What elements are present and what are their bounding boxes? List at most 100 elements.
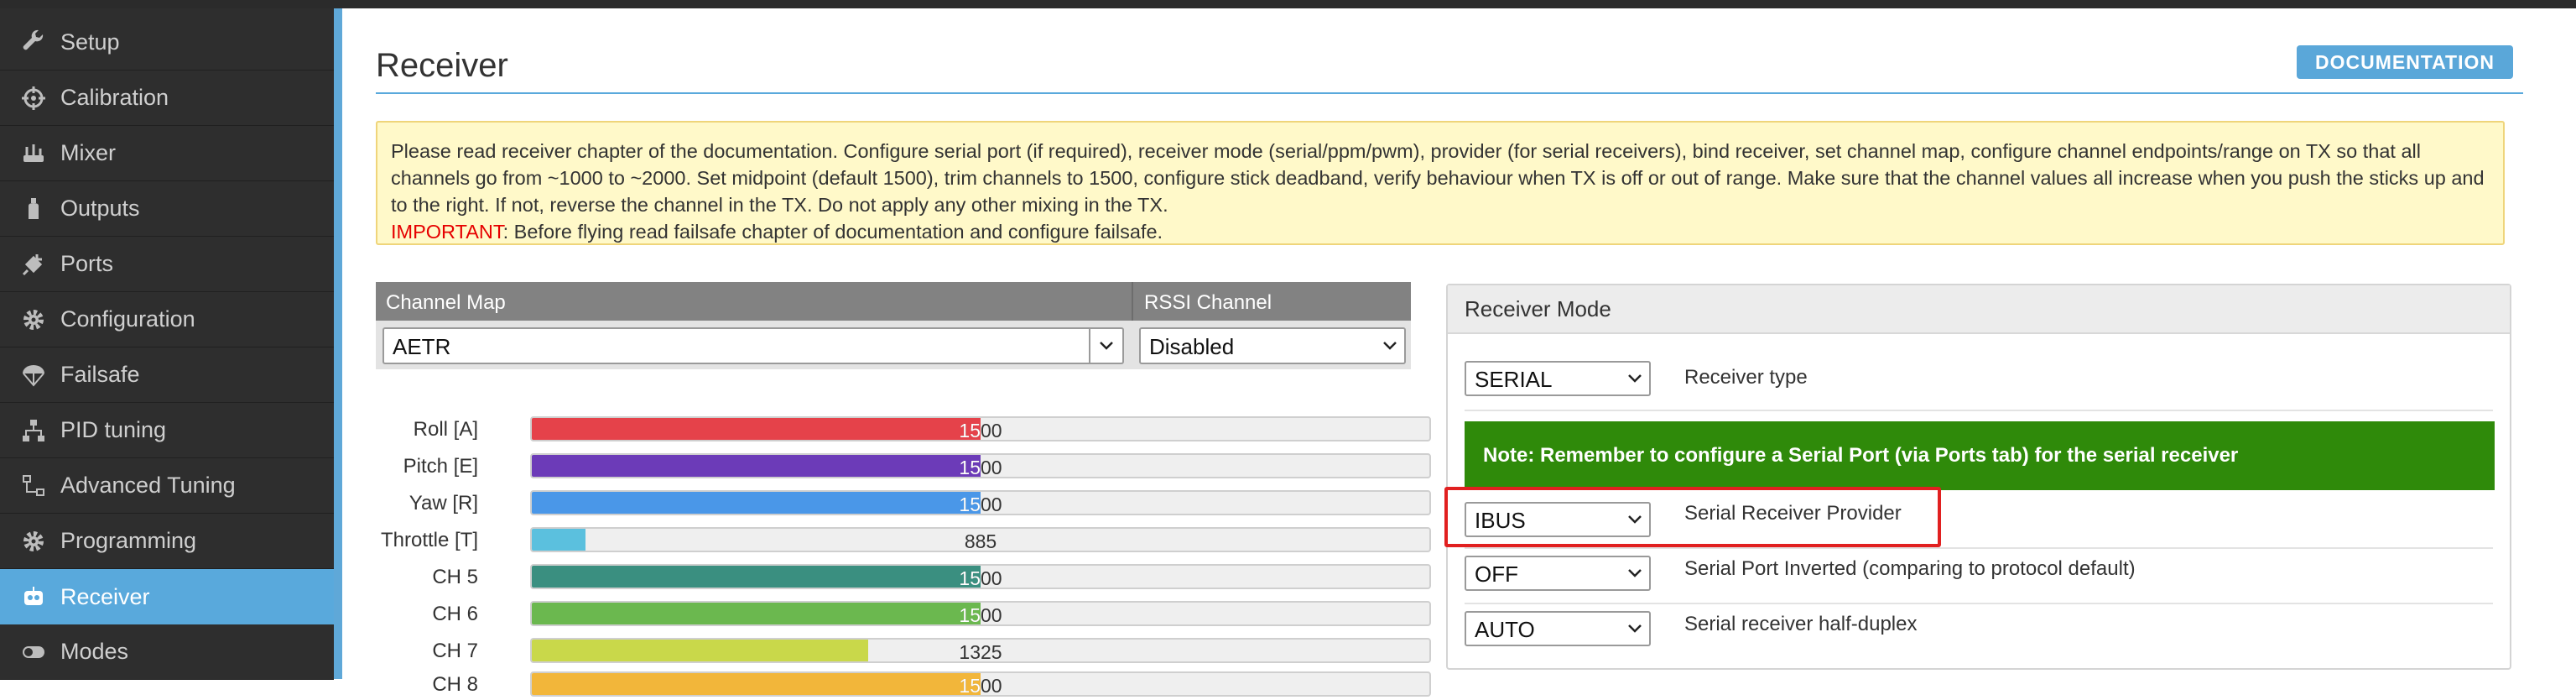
- sidebar-item-pid-tuning[interactable]: PID tuning: [0, 403, 334, 458]
- channel-bar: 1500 1500: [530, 416, 1431, 441]
- channel-label: Yaw [R]: [409, 492, 478, 515]
- row-divider: [1465, 603, 2493, 604]
- receiver-type-value: SERIAL: [1475, 367, 1553, 392]
- channel-value-overlay: 1500: [959, 675, 981, 697]
- sidebar-item-label: Outputs: [60, 196, 140, 221]
- receiver-type-select[interactable]: SERIAL: [1465, 361, 1651, 396]
- chevron-down-icon: [1627, 363, 1642, 394]
- chevron-down-icon: [1382, 329, 1397, 363]
- channel-row: Pitch [E] 1500 1500: [376, 452, 1441, 482]
- channel-value: 1500: [959, 494, 1002, 515]
- documentation-button[interactable]: DOCUMENTATION: [2297, 45, 2513, 79]
- channel-label: Pitch [E]: [403, 455, 478, 478]
- row-divider: [1465, 547, 2493, 549]
- sidebar-item-label: Receiver: [60, 583, 150, 609]
- sidebar-item-configuration[interactable]: Configuration: [0, 292, 334, 347]
- sidebar-item-modes[interactable]: Modes: [0, 624, 334, 680]
- receiver-mode-header: Receiver Mode: [1448, 285, 2510, 334]
- sidebar-border: [334, 8, 342, 679]
- note-text: Please read receiver chapter of the docu…: [391, 140, 2485, 216]
- toggle-icon: [18, 637, 49, 667]
- channel-label: Throttle [T]: [380, 529, 478, 551]
- sidebar-item-programming[interactable]: Programming: [0, 514, 334, 569]
- serial-inverted-value: OFF: [1475, 562, 1518, 587]
- sidebar-item-setup[interactable]: Setup: [0, 15, 334, 71]
- sidebar-item-receiver[interactable]: Receiver: [0, 569, 334, 624]
- channel-bar: 1500 1500: [530, 490, 1431, 515]
- note-important-label: IMPORTANT: [391, 221, 503, 243]
- note-important-text: : Before flying read failsafe chapter of…: [502, 221, 1163, 243]
- channel-bar: 1500 1500: [530, 453, 1431, 478]
- channel-bar: 1500 1500: [530, 601, 1431, 626]
- channel-row: Yaw [R] 1500 1500: [376, 488, 1441, 519]
- channel-bar: 1500 1500: [530, 564, 1431, 589]
- channel-label: Roll [A]: [413, 418, 478, 441]
- channel-map-header: Channel Map RSSI Channel: [376, 282, 1411, 321]
- channel-row: CH 7 1325 1325: [376, 636, 1441, 666]
- sidebar-item-ports[interactable]: Ports: [0, 237, 334, 292]
- parachute-icon: [18, 360, 49, 390]
- channel-row: Throttle [T] 885 885: [376, 525, 1441, 556]
- sidebar-item-label: PID tuning: [60, 417, 167, 442]
- channel-value: 1325: [959, 641, 1002, 663]
- serial-inverted-label: Serial Port Inverted (comparing to proto…: [1684, 557, 2136, 580]
- channel-value-overlay: 1500: [959, 457, 981, 478]
- sidebar-item-label: Modes: [60, 639, 129, 664]
- sidebar-item-label: Configuration: [60, 306, 195, 332]
- channel-value: 1500: [959, 420, 1002, 441]
- channel-map-value: AETR: [393, 334, 451, 359]
- sidebar-item-label: Ports: [60, 251, 114, 276]
- receiver-mode-title: Receiver Mode: [1465, 296, 1611, 321]
- wrench-icon: [18, 28, 49, 58]
- sidebar-item-label: Setup: [60, 29, 120, 55]
- channel-value-overlay: 1500: [959, 604, 981, 626]
- channel-label: CH 8: [432, 673, 478, 696]
- title-divider: [376, 92, 2523, 94]
- window-top-bar: [0, 0, 2576, 8]
- channel-label: CH 6: [432, 603, 478, 625]
- channel-row: CH 6 1500 1500: [376, 599, 1441, 629]
- channel-value-overlay: 1500: [959, 567, 981, 589]
- channel-row: CH 8 1500 1500: [376, 670, 1441, 700]
- gear-icon: [18, 305, 49, 335]
- chevron-down-icon: [1627, 557, 1642, 589]
- channel-value: 1500: [959, 675, 1002, 697]
- channel-row: Roll [A] 1500 1500: [376, 415, 1441, 445]
- rssi-channel-value: Disabled: [1149, 334, 1235, 359]
- sidebar-item-outputs[interactable]: Outputs: [0, 181, 334, 237]
- sidebar-item-mixer[interactable]: Mixer: [0, 126, 334, 181]
- sidebar: Setup Calibration Mixer Outputs Ports Co…: [0, 8, 334, 680]
- sidebar-item-failsafe[interactable]: Failsafe: [0, 347, 334, 403]
- channel-label: CH 5: [432, 566, 478, 588]
- serial-inverted-select[interactable]: OFF: [1465, 556, 1651, 591]
- sidebar-item-calibration[interactable]: Calibration: [0, 71, 334, 126]
- sidebar-item-advanced-tuning[interactable]: Advanced Tuning: [0, 458, 334, 514]
- chevron-down-icon[interactable]: [1089, 329, 1122, 363]
- half-duplex-select[interactable]: AUTO: [1465, 611, 1651, 646]
- channel-map-label: Channel Map: [386, 291, 506, 314]
- sidebar-item-label: Mixer: [60, 140, 116, 165]
- channel-label: CH 7: [432, 640, 478, 662]
- channel-value: 1500: [959, 457, 1002, 478]
- serial-port-note: Note: Remember to configure a Serial Por…: [1465, 421, 2495, 490]
- channel-bar: 1325 1325: [530, 638, 1431, 663]
- receiver-mode-panel: Receiver Mode SERIAL Receiver type Note:…: [1446, 284, 2511, 670]
- header-divider: [1132, 282, 1133, 321]
- sidebar-item-label: Calibration: [60, 85, 169, 110]
- channel-value: 1500: [959, 567, 1002, 589]
- sidebar-item-label: Advanced Tuning: [60, 473, 236, 498]
- channel-map-selects: AETR Disabled: [376, 321, 1411, 369]
- plug-icon: [18, 249, 49, 279]
- hierarchy-icon: [18, 415, 49, 446]
- half-duplex-value: AUTO: [1475, 617, 1535, 642]
- channel-row: CH 5 1500 1500: [376, 562, 1441, 593]
- flow-icon: [18, 471, 49, 501]
- receiver-help-note: Please read receiver chapter of the docu…: [376, 121, 2505, 245]
- row-divider: [1465, 410, 2493, 411]
- half-duplex-label: Serial receiver half-duplex: [1684, 613, 1918, 635]
- channel-value: 1500: [959, 604, 1002, 626]
- channel-map-input[interactable]: AETR: [382, 327, 1124, 364]
- rssi-channel-label: RSSI Channel: [1144, 291, 1272, 314]
- rssi-channel-select[interactable]: Disabled: [1139, 327, 1406, 364]
- bottle-icon: [18, 194, 49, 224]
